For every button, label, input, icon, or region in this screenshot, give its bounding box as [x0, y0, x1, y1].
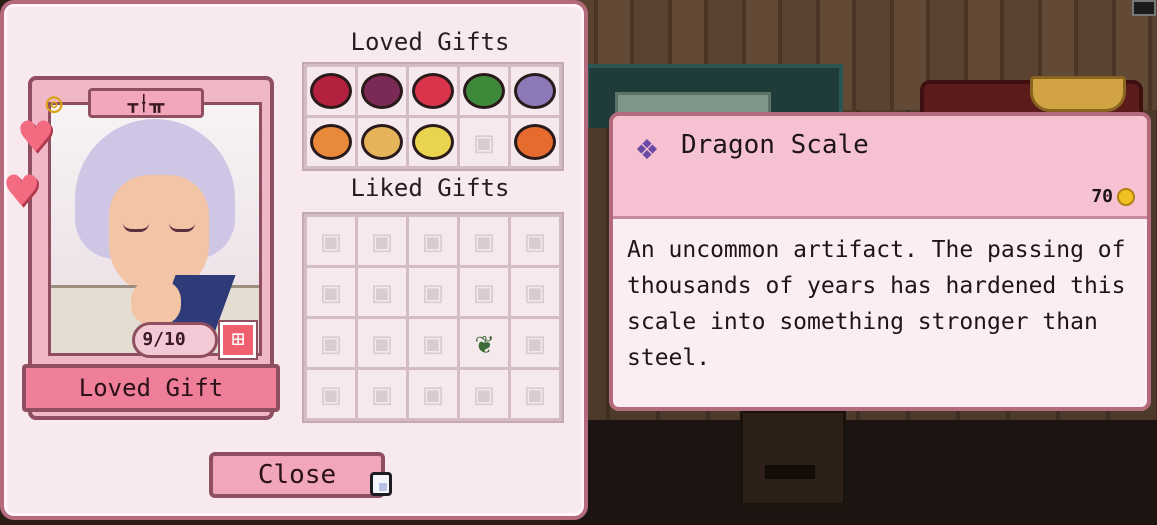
egg-dish-icon	[412, 124, 454, 160]
locked-slot[interactable]: ▣	[409, 268, 457, 316]
locked-slot[interactable]: ▣	[460, 118, 508, 166]
locked-slot[interactable]: ▣	[460, 217, 508, 265]
lock-icon: ▣	[525, 376, 545, 412]
locked-slot[interactable]: ▣	[307, 319, 355, 367]
coin-icon	[1117, 188, 1135, 206]
lock-icon: ▣	[423, 376, 443, 412]
locked-slot[interactable]: ▣	[409, 370, 457, 418]
noodle-dish-icon	[361, 124, 403, 160]
green-soup-icon	[463, 73, 505, 109]
item-name: Dragon Scale	[681, 130, 869, 160]
tomato-soup-icon	[514, 124, 556, 160]
mouse-cursor-icon	[370, 472, 392, 496]
lock-icon: ▣	[474, 124, 494, 160]
liked-gifts-title: Liked Gifts	[350, 174, 510, 202]
lock-icon: ▣	[321, 223, 341, 259]
locked-slot[interactable]: ▣	[358, 268, 406, 316]
lock-icon: ▣	[423, 274, 443, 310]
gift-status-label: Loved Gift	[22, 364, 280, 412]
lock-icon: ▣	[372, 376, 392, 412]
locked-slot[interactable]: ▣	[511, 268, 559, 316]
lock-icon: ▣	[372, 274, 392, 310]
gift-box-icon: ⊞	[220, 322, 256, 358]
bread-basket	[1030, 76, 1126, 112]
locked-slot[interactable]: ▣	[307, 268, 355, 316]
lock-icon: ▣	[423, 223, 443, 259]
gift-slot-red-soup[interactable]	[409, 67, 457, 115]
orange-dish-icon	[310, 124, 352, 160]
gift-slot-beet[interactable]	[307, 67, 355, 115]
gift-slot-egg-dish[interactable]	[409, 118, 457, 166]
lock-icon: ▣	[525, 223, 545, 259]
crate-slot	[765, 465, 815, 479]
gift-slot-green-soup[interactable]	[460, 67, 508, 115]
corner-post	[1132, 0, 1156, 16]
herb-sprig-icon: ❦	[474, 325, 494, 361]
lock-icon: ▣	[321, 274, 341, 310]
locked-slot[interactable]: ▣	[358, 370, 406, 418]
lock-icon: ▣	[372, 223, 392, 259]
lock-icon: ▣	[423, 325, 443, 361]
gift-slot-noodle-dish[interactable]	[358, 118, 406, 166]
locked-slot[interactable]: ▣	[460, 370, 508, 418]
lock-icon: ▣	[372, 325, 392, 361]
lock-icon: ▣	[474, 274, 494, 310]
portrait-hand	[131, 280, 181, 325]
gift-slot-herb-sprig[interactable]: ❦	[460, 319, 508, 367]
item-tooltip: ❖ Dragon Scale 70 An uncommon artifact. …	[609, 112, 1151, 411]
heart-icon: ♥	[6, 162, 38, 222]
locked-slot[interactable]: ▣	[511, 319, 559, 367]
locked-slot[interactable]: ▣	[409, 217, 457, 265]
beet-icon	[310, 73, 352, 109]
lock-icon: ▣	[474, 223, 494, 259]
lock-icon: ▣	[321, 376, 341, 412]
lock-icon: ▣	[525, 325, 545, 361]
lock-icon: ▣	[525, 274, 545, 310]
character-portrait	[48, 102, 262, 356]
locked-slot[interactable]: ▣	[460, 268, 508, 316]
character-name-plate: ᚁᛂᚂ	[88, 88, 204, 118]
locked-slot[interactable]: ▣	[307, 217, 355, 265]
gift-count: 9/10	[142, 329, 186, 350]
item-description: An uncommon artifact. The passing of tho…	[627, 237, 1126, 371]
gift-panel: ᚁᛂᚂ ◎ ♥ ♥ 9/10 ⊞ Loved Gift Loved Gifts …	[0, 0, 588, 520]
tooltip-header: ❖ Dragon Scale 70	[613, 116, 1147, 219]
wooden-crate	[740, 410, 846, 506]
lock-icon: ▣	[474, 376, 494, 412]
floor-shadow	[560, 420, 1157, 525]
loved-gifts-title: Loved Gifts	[350, 28, 510, 56]
red-soup-icon	[412, 73, 454, 109]
item-price: 70	[1091, 186, 1113, 207]
locked-slot[interactable]: ▣	[307, 370, 355, 418]
gift-slot-purple-dish[interactable]	[358, 67, 406, 115]
heart-icon: ♥	[20, 108, 52, 168]
gift-slot-orange-dish[interactable]	[307, 118, 355, 166]
locked-slot[interactable]: ▣	[409, 319, 457, 367]
locked-slot[interactable]: ▣	[358, 217, 406, 265]
dragon-scale-icon	[514, 73, 556, 109]
purple-dish-icon	[361, 73, 403, 109]
dragon-scale-icon: ❖	[636, 127, 658, 168]
locked-slot[interactable]: ▣	[511, 217, 559, 265]
gift-slot-tomato-soup[interactable]	[511, 118, 559, 166]
locked-slot[interactable]: ▣	[511, 370, 559, 418]
locked-slot[interactable]: ▣	[358, 319, 406, 367]
lock-icon: ▣	[321, 325, 341, 361]
close-button[interactable]: Close	[209, 452, 385, 498]
gift-slot-dragon-scale[interactable]	[511, 67, 559, 115]
loved-gifts-grid: ▣	[302, 62, 564, 171]
liked-gifts-grid: ▣ ▣ ▣ ▣ ▣ ▣ ▣ ▣ ▣ ▣ ▣ ▣ ▣ ❦ ▣ ▣ ▣ ▣ ▣ ▣	[302, 212, 564, 423]
